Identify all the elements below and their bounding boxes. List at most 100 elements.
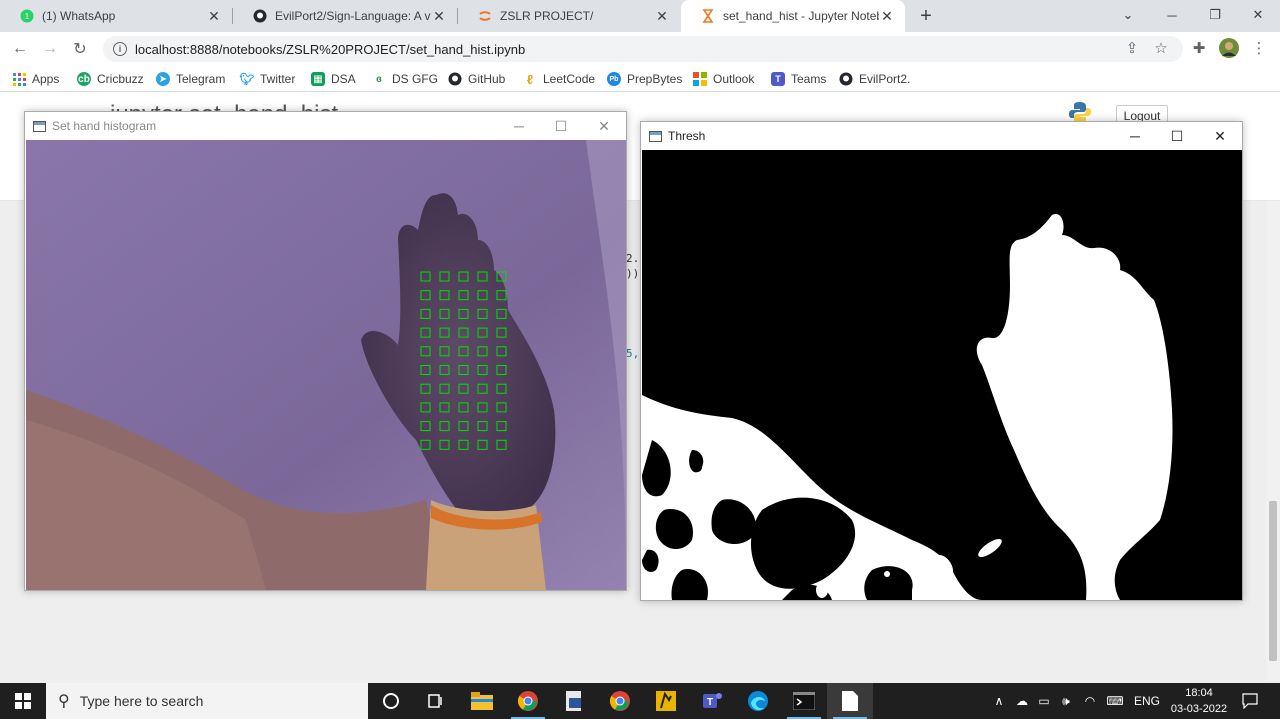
forward-icon[interactable]: →: [38, 37, 62, 61]
minimize-icon[interactable]: ─: [1114, 122, 1156, 150]
bookmark-cricbuzz[interactable]: cb Cricbuzz: [77, 70, 144, 88]
terminal-icon[interactable]: [781, 683, 827, 719]
thresh-window-titlebar[interactable]: Thresh ─ ☐ ✕: [641, 122, 1242, 150]
cortana-icon[interactable]: [368, 683, 414, 719]
file-explorer-icon[interactable]: [459, 683, 505, 719]
language-indicator[interactable]: ENG: [1132, 683, 1162, 719]
apps-grid-icon: [12, 72, 26, 86]
close-window-icon[interactable]: ✕: [1236, 0, 1280, 30]
hourglass-icon: [701, 9, 715, 23]
bookmark-apps[interactable]: Apps: [12, 70, 59, 88]
game-icon[interactable]: [643, 683, 689, 719]
bookmark-evilport2[interactable]: EvilPort2.: [839, 70, 910, 88]
bookmark-label: Twitter: [260, 72, 296, 86]
scrollbar-thumb[interactable]: [1269, 501, 1277, 661]
clock-time: 18:04: [1185, 687, 1213, 699]
tab-search-icon[interactable]: ⌄: [1106, 0, 1150, 30]
leetcode-icon: ℓ: [526, 71, 534, 87]
address-bar[interactable]: i localhost:8888/notebooks/ZSLR%20PROJEC…: [103, 36, 1183, 62]
bookmark-label: DS GFG: [392, 72, 439, 86]
back-icon[interactable]: ←: [8, 37, 32, 61]
bookmark-label: EvilPort2.: [859, 72, 911, 86]
share-icon[interactable]: ⇪: [1121, 37, 1143, 59]
close-tab-icon[interactable]: ✕: [879, 8, 895, 24]
svg-text:1: 1: [25, 12, 30, 21]
tab-title: (1) WhatsApp: [42, 9, 116, 23]
bookmark-label: PrepBytes: [627, 72, 683, 86]
minimize-icon[interactable]: ─: [1150, 0, 1194, 30]
minimize-icon[interactable]: ─: [498, 112, 540, 140]
file-document-icon[interactable]: [827, 683, 873, 719]
bookmark-teams[interactable]: T Teams: [771, 70, 826, 88]
windows-start-icon[interactable]: [0, 683, 46, 719]
page-scrollbar[interactable]: [1266, 201, 1280, 681]
github-icon: [253, 9, 267, 23]
bookmark-leetcode[interactable]: ℓ LeetCode: [523, 70, 595, 88]
url-text: localhost:8888/notebooks/ZSLR%20PROJECT/…: [135, 41, 526, 57]
taskbar-search-box[interactable]: ⚲ Type here to search: [46, 683, 368, 719]
close-icon[interactable]: ✕: [583, 112, 625, 140]
new-tab-button[interactable]: +: [915, 5, 937, 27]
close-tab-icon[interactable]: ✕: [431, 8, 447, 24]
bookmark-telegram[interactable]: ➤ Telegram: [156, 70, 225, 88]
chrome-profile-icon[interactable]: [597, 683, 643, 719]
tab-github[interactable]: EvilPort2/Sign-Language: A very ✕: [233, 0, 457, 32]
task-view-icon[interactable]: [412, 683, 458, 719]
clock[interactable]: 18:04 03-03-2022: [1164, 685, 1234, 717]
search-icon: ⚲: [58, 693, 70, 710]
restore-icon[interactable]: ❐: [1193, 0, 1237, 30]
edge-icon[interactable]: [735, 683, 781, 719]
bookmark-dsa[interactable]: ▦ DSA: [311, 70, 356, 88]
close-icon[interactable]: ✕: [1199, 122, 1241, 150]
tab-zslr-project[interactable]: ZSLR PROJECT/ ✕: [458, 0, 680, 32]
thresh-window[interactable]: Thresh ─ ☐ ✕: [640, 121, 1243, 601]
bookmark-label: Apps: [32, 72, 60, 86]
onedrive-icon[interactable]: ☁: [1012, 683, 1032, 719]
teams-icon: T: [771, 72, 785, 86]
telegram-icon: ➤: [156, 72, 170, 86]
bookmark-outlook[interactable]: Outlook: [693, 70, 754, 88]
threshold-mask: [642, 150, 1242, 600]
gfg-icon: ɞ: [376, 73, 382, 85]
show-hidden-icons-icon[interactable]: ∧: [990, 683, 1008, 719]
hist-window[interactable]: Set hand histogram ─ ☐ ✕: [24, 111, 627, 591]
tab-title: set_hand_hist - Jupyter Notebook: [723, 9, 879, 23]
menu-kebab-icon[interactable]: ⋮: [1248, 37, 1270, 59]
sheets-icon: ▦: [311, 72, 325, 86]
clock-date: 03-03-2022: [1170, 703, 1228, 715]
maximize-icon[interactable]: ☐: [1156, 122, 1198, 150]
threshold-image: [642, 150, 1242, 600]
search-placeholder: Type here to search: [79, 693, 204, 709]
wifi-icon[interactable]: ◠: [1080, 683, 1100, 719]
site-info-icon[interactable]: i: [113, 42, 127, 56]
reload-icon[interactable]: ↻: [68, 37, 92, 61]
teams-icon[interactable]: T: [689, 683, 735, 719]
bookmark-twitter[interactable]: 🐦︎ Twitter: [239, 70, 296, 88]
tab-set-hand-hist[interactable]: set_hand_hist - Jupyter Notebook ✕: [681, 0, 905, 32]
notepad-icon[interactable]: [551, 683, 597, 719]
camera-feed-image: [26, 140, 626, 590]
close-tab-icon[interactable]: ✕: [654, 8, 670, 24]
notifications-icon[interactable]: [1236, 683, 1264, 719]
bookmark-label: Cricbuzz: [97, 72, 144, 86]
battery-icon[interactable]: ▭: [1034, 683, 1054, 719]
prepbytes-icon: Pb: [607, 72, 621, 86]
maximize-icon[interactable]: ☐: [540, 112, 582, 140]
bookmark-prepbytes[interactable]: Pb PrepBytes: [607, 70, 682, 88]
bookmark-label: GitHub: [468, 72, 506, 86]
bookmark-label: Telegram: [176, 72, 226, 86]
profile-avatar[interactable]: [1218, 37, 1240, 59]
code-fragment: 2.: [626, 252, 640, 265]
whatsapp-icon: 1: [20, 9, 34, 23]
bookmark-star-icon[interactable]: ☆: [1150, 37, 1172, 59]
code-fragment: 5,: [626, 347, 640, 360]
close-tab-icon[interactable]: ✕: [206, 8, 222, 24]
tab-whatsapp[interactable]: 1 (1) WhatsApp ✕: [0, 0, 232, 32]
hist-window-titlebar[interactable]: Set hand histogram ─ ☐ ✕: [25, 112, 626, 140]
volume-icon[interactable]: 🕪︎: [1056, 683, 1076, 719]
keyboard-icon[interactable]: ⌨: [1102, 683, 1128, 719]
bookmark-ds-gfg[interactable]: ɞ DS GFG: [372, 70, 438, 88]
chrome-icon[interactable]: [505, 683, 551, 719]
extensions-icon[interactable]: ✚: [1188, 37, 1210, 59]
bookmark-github[interactable]: GitHub: [448, 70, 505, 88]
